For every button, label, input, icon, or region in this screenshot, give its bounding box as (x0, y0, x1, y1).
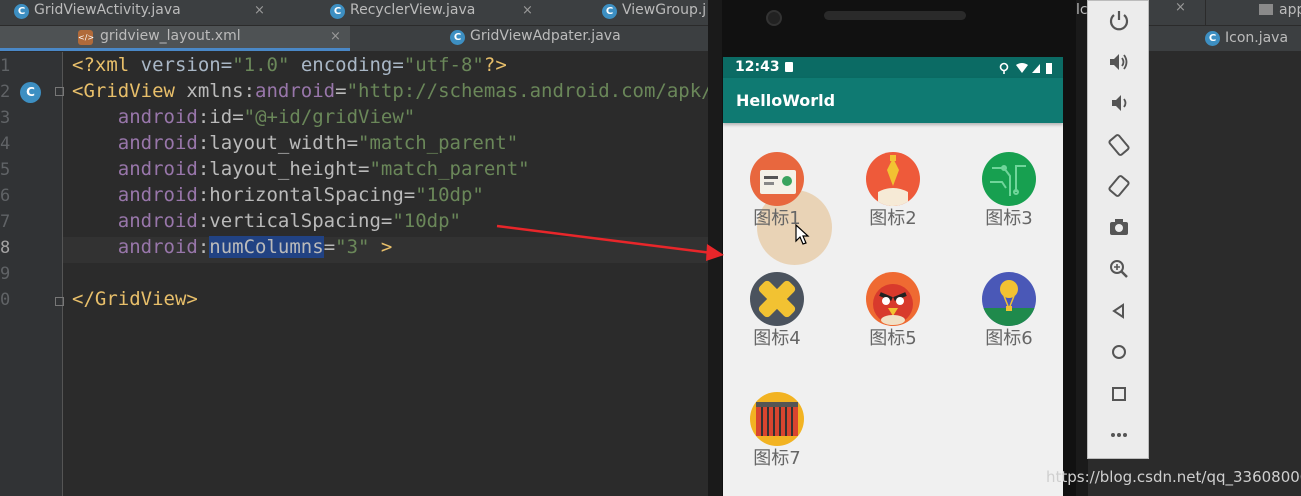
android-studio-window: C GridViewActivity.java × C RecyclerView… (0, 0, 1301, 496)
watermark: https://blog.csdn.net/qq_33608000 (1046, 468, 1301, 486)
annotation-arrow (496, 224, 724, 261)
